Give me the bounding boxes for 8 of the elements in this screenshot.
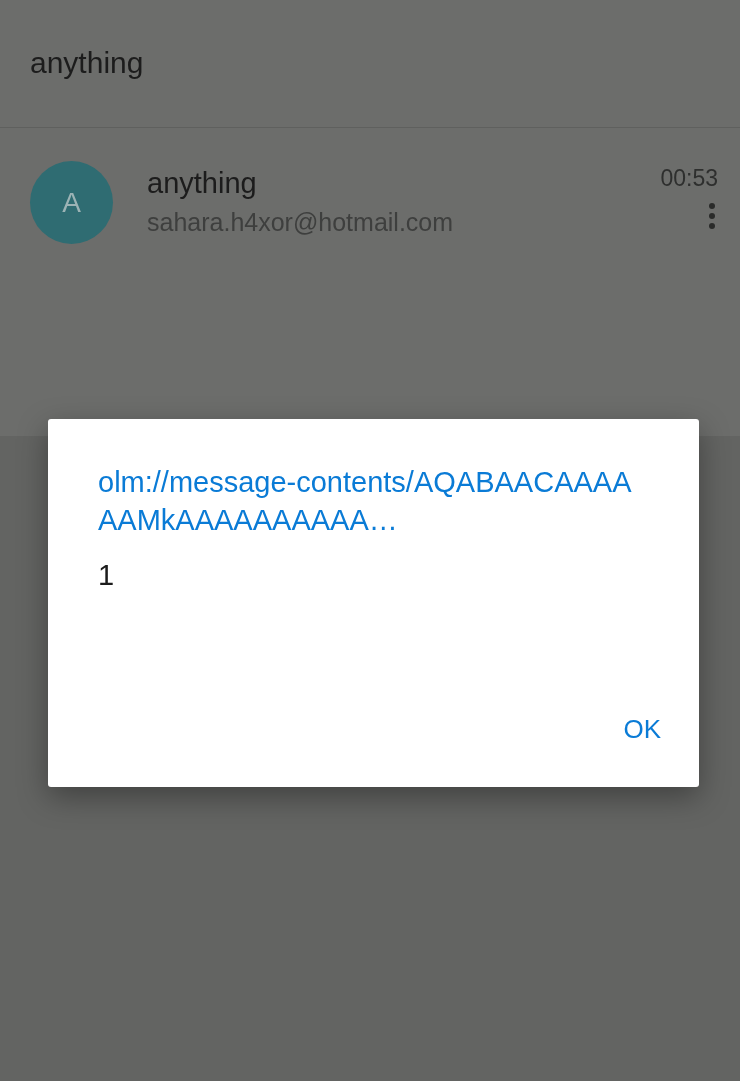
screen-title: anything xyxy=(30,45,144,80)
dialog-title-link[interactable]: olm://message-contents/AQABAACAAAAAAMkAAAAAAAAAA… xyxy=(98,463,649,539)
dialog-message: 1 xyxy=(98,559,116,592)
more-options-icon[interactable] xyxy=(708,202,716,230)
message-time: 00:53 xyxy=(660,165,718,192)
ok-button[interactable]: OK xyxy=(611,708,673,751)
sender-name: anything xyxy=(147,167,258,200)
avatar: A xyxy=(30,161,113,244)
